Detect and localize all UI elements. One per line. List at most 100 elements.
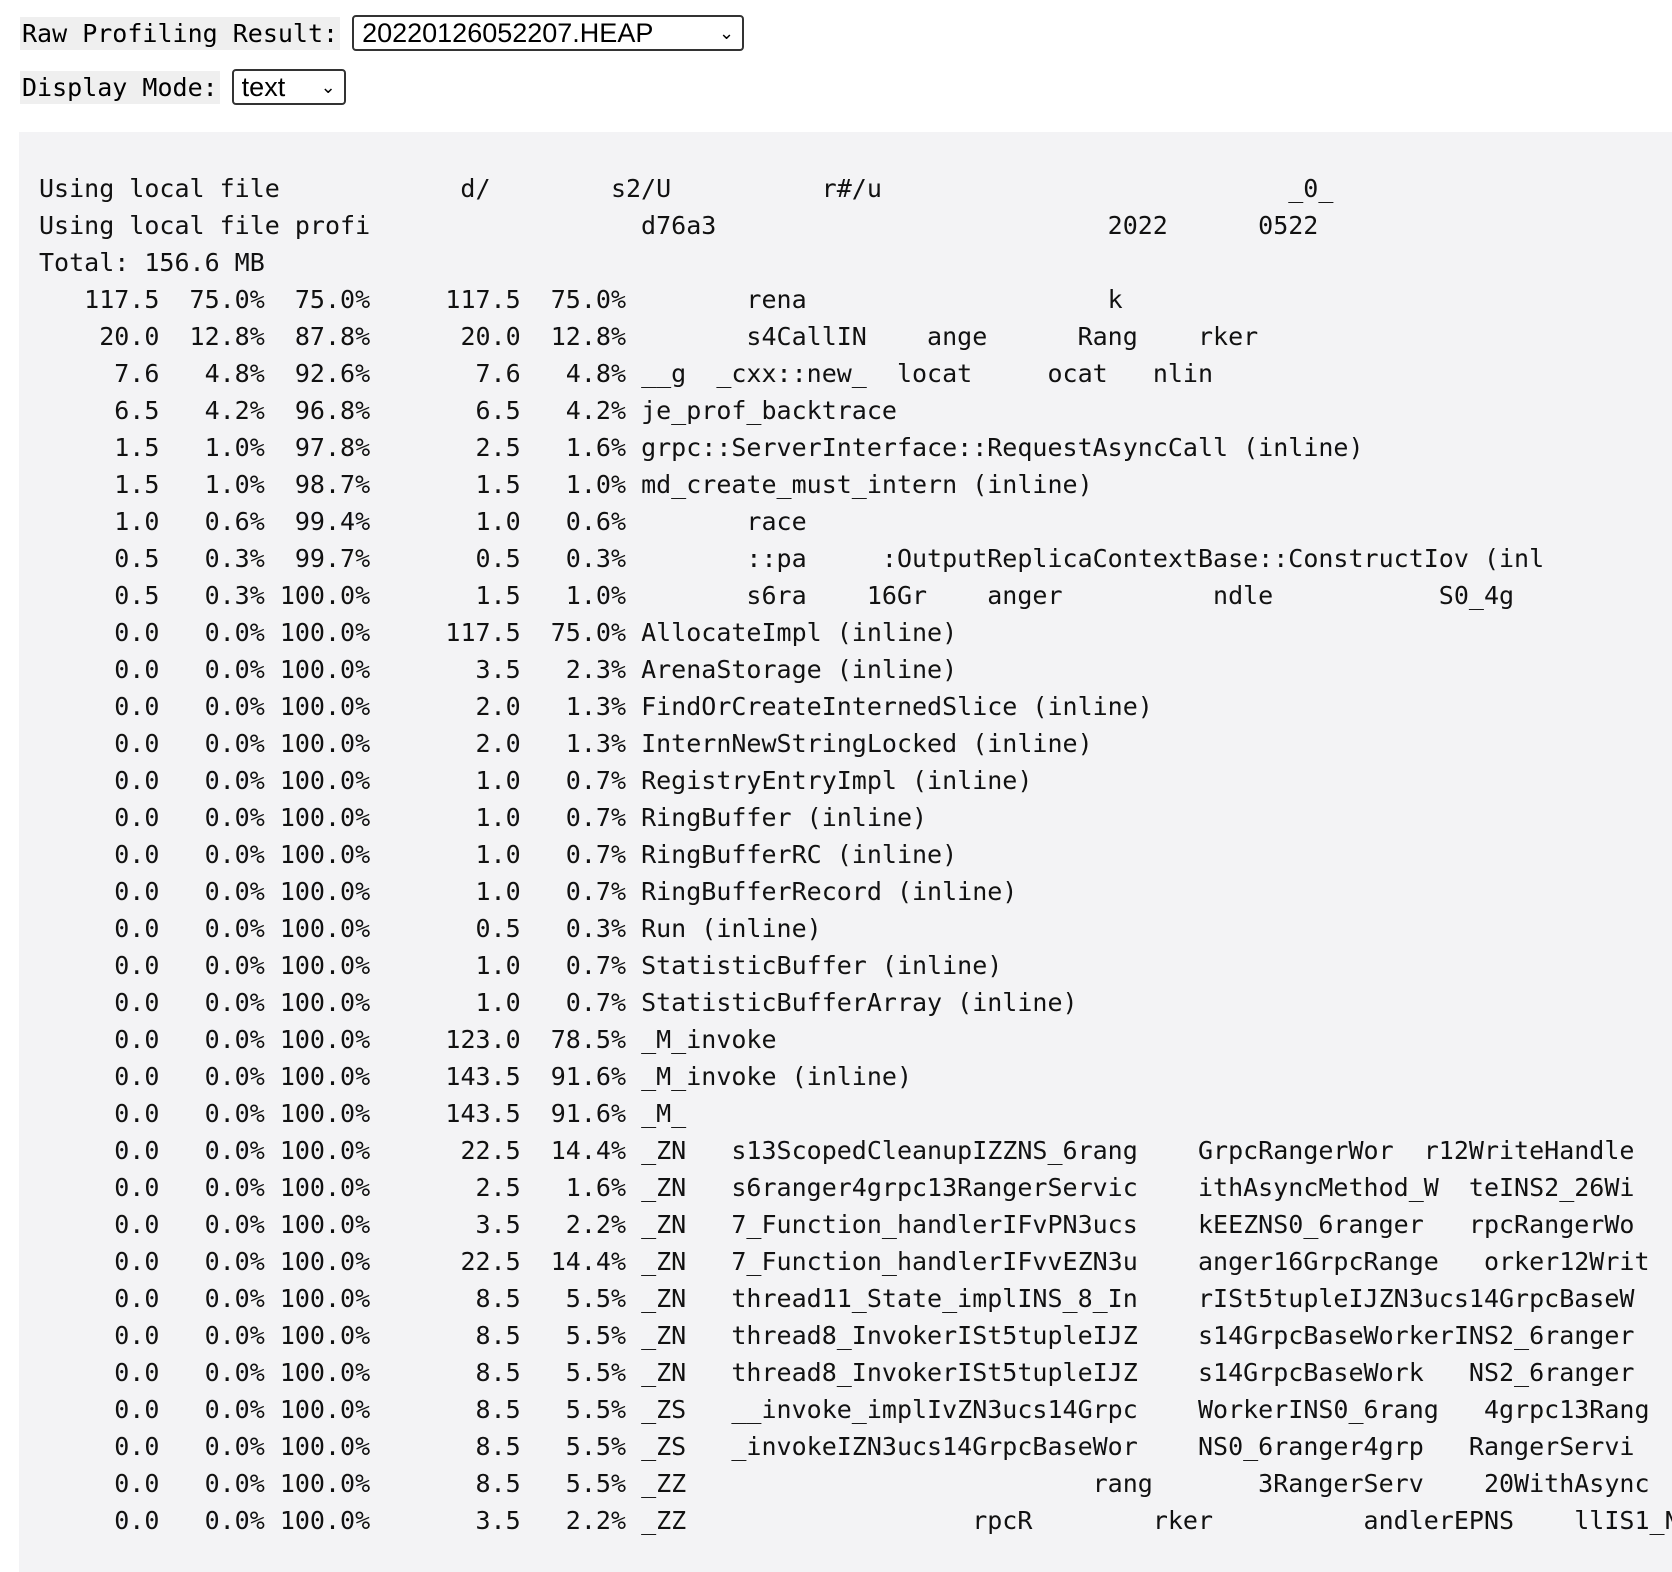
row-flat-pct: 0.0%	[159, 655, 265, 684]
profile-row: 0.0 0.0% 100.0% 8.5 5.5% _ZS __invoke_im…	[39, 1395, 1649, 1424]
row-cum: 1.0	[370, 988, 521, 1017]
row-function-name: _ZN thread11_State_implINS_8_In rISt5tup…	[641, 1284, 1635, 1313]
row-cum-pct: 2.2%	[520, 1210, 627, 1239]
row-function-name: _ZN thread8_InvokerISt5tupleIJZ s14GrpcB…	[641, 1358, 1635, 1387]
row-cum-pct: 5.5%	[520, 1321, 627, 1350]
row-cum-pct: 75.0%	[520, 618, 627, 647]
row-cum-pct: 0.7%	[520, 988, 627, 1017]
row-sum-pct: 100.0%	[264, 1173, 371, 1202]
row-cum: 1.5	[370, 470, 521, 499]
profile-row: 0.0 0.0% 100.0% 8.5 5.5% _ZN thread8_Inv…	[39, 1358, 1634, 1387]
row-cum-pct: 75.0%	[520, 285, 627, 314]
row-cum: 143.5	[370, 1062, 521, 1091]
row-flat-pct: 0.0%	[159, 1173, 265, 1202]
row-function-name: StatisticBufferArray (inline)	[641, 988, 1078, 1017]
row-function-name: FindOrCreateInternedSlice (inline)	[641, 692, 1153, 721]
raw-result-value: 20220126052207.HEAP	[362, 17, 654, 48]
raw-result-select[interactable]: 20220126052207.HEAP ⌄	[352, 15, 745, 51]
row-cum: 7.6	[370, 359, 521, 388]
row-cum: 3.5	[370, 655, 521, 684]
row-flat: 0.0	[39, 1506, 160, 1535]
row-flat-pct: 0.0%	[159, 1469, 265, 1498]
row-sum-pct: 100.0%	[264, 1321, 371, 1350]
row-cum-pct: 4.2%	[520, 396, 627, 425]
profile-row: 0.0 0.0% 100.0% 8.5 5.5% _ZN thread11_St…	[39, 1284, 1634, 1313]
row-cum: 2.0	[370, 729, 521, 758]
row-flat: 0.0	[39, 1247, 160, 1276]
row-cum-pct: 4.8%	[520, 359, 627, 388]
row-function-name: Run (inline)	[641, 914, 822, 943]
row-cum: 8.5	[370, 1432, 521, 1461]
row-flat-pct: 0.0%	[159, 1099, 265, 1128]
row-cum: 0.5	[370, 544, 521, 573]
row-cum: 1.0	[370, 840, 521, 869]
profile-row: 7.6 4.8% 92.6% 7.6 4.8% __g _cxx::new_ l…	[39, 359, 1213, 388]
profile-row: 117.5 75.0% 75.0% 117.5 75.0% rena k	[39, 285, 1123, 314]
row-cum: 8.5	[370, 1469, 521, 1498]
row-cum: 8.5	[370, 1358, 521, 1387]
row-flat-pct: 0.6%	[159, 507, 265, 536]
row-cum: 3.5	[370, 1506, 521, 1535]
row-cum-pct: 1.6%	[520, 433, 627, 462]
row-flat: 1.5	[39, 433, 160, 462]
row-flat-pct: 0.0%	[159, 877, 265, 906]
profile-row: 0.0 0.0% 100.0% 0.5 0.3% Run (inline)	[39, 914, 822, 943]
row-cum: 6.5	[370, 396, 521, 425]
row-flat-pct: 0.0%	[159, 1284, 265, 1313]
row-flat-pct: 0.0%	[159, 1062, 265, 1091]
row-sum-pct: 92.6%	[264, 359, 371, 388]
row-sum-pct: 100.0%	[264, 1432, 371, 1461]
row-flat-pct: 1.0%	[159, 470, 265, 499]
row-cum-pct: 12.8%	[520, 322, 627, 351]
row-flat: 0.0	[39, 988, 160, 1017]
row-cum-pct: 78.5%	[520, 1025, 627, 1054]
row-sum-pct: 87.8%	[264, 322, 371, 351]
profile-row: 0.0 0.0% 100.0% 22.5 14.4% _ZN s13Scoped…	[39, 1136, 1634, 1165]
row-function-name: _ZN thread8_InvokerISt5tupleIJZ s14GrpcB…	[641, 1321, 1635, 1350]
row-flat-pct: 0.0%	[159, 1321, 265, 1350]
row-flat-pct: 0.0%	[159, 840, 265, 869]
row-cum: 22.5	[370, 1247, 521, 1276]
row-sum-pct: 99.7%	[264, 544, 371, 573]
row-flat-pct: 12.8%	[159, 322, 265, 351]
row-cum-pct: 14.4%	[520, 1136, 627, 1165]
profile-output: Using local file d/ s2/U r#/u _0_ . Usin…	[19, 132, 1672, 1539]
row-cum-pct: 0.3%	[520, 914, 627, 943]
row-function-name: _ZZ rpcR rker andlerEPNS llIS1_NS0_4	[641, 1506, 1672, 1535]
profile-row: 0.0 0.0% 100.0% 123.0 78.5% _M_invoke	[39, 1025, 776, 1054]
row-cum: 117.5	[370, 618, 521, 647]
row-flat-pct: 0.0%	[159, 729, 265, 758]
display-mode-value: text	[241, 71, 286, 102]
row-function-name: ::pa :OutputReplicaContextBase::Construc…	[641, 544, 1545, 573]
row-sum-pct: 100.0%	[264, 766, 371, 795]
row-cum: 2.5	[370, 1173, 521, 1202]
row-cum-pct: 5.5%	[520, 1432, 627, 1461]
display-mode-select[interactable]: text ⌄	[231, 69, 346, 105]
row-flat-pct: 0.0%	[159, 692, 265, 721]
row-sum-pct: 100.0%	[264, 1099, 371, 1128]
row-cum-pct: 5.5%	[520, 1469, 627, 1498]
profile-row: 0.0 0.0% 100.0% 22.5 14.4% _ZN 7_Functio…	[39, 1247, 1649, 1276]
row-cum: 0.5	[370, 914, 521, 943]
row-sum-pct: 100.0%	[264, 729, 371, 758]
profile-row: 0.5 0.3% 100.0% 1.5 1.0% s6ra 16Gr anger…	[39, 581, 1514, 610]
row-flat-pct: 0.0%	[159, 1506, 265, 1535]
row-sum-pct: 100.0%	[264, 1136, 371, 1165]
row-flat: 0.0	[39, 692, 160, 721]
profile-output-panel[interactable]: Using local file d/ s2/U r#/u _0_ . Usin…	[19, 132, 1672, 1572]
row-sum-pct: 100.0%	[264, 914, 371, 943]
row-flat: 0.0	[39, 877, 160, 906]
row-cum: 20.0	[370, 322, 521, 351]
row-cum-pct: 14.4%	[520, 1247, 627, 1276]
row-flat: 0.0	[39, 1099, 160, 1128]
row-cum-pct: 5.5%	[520, 1284, 627, 1313]
profile-row: 0.0 0.0% 100.0% 3.5 2.2% _ZN 7_Function_…	[39, 1210, 1634, 1239]
row-sum-pct: 100.0%	[264, 803, 371, 832]
display-mode-row: Display Mode: text ⌄	[20, 68, 1672, 106]
row-flat-pct: 0.0%	[159, 951, 265, 980]
raw-result-row: Raw Profiling Result: 20220126052207.HEA…	[20, 14, 1672, 52]
profile-row: 0.0 0.0% 100.0% 3.5 2.3% ArenaStorage (i…	[39, 655, 957, 684]
row-flat: 0.0	[39, 1210, 160, 1239]
row-function-name: _ZZ rang 3RangerServ 20WithAsync	[641, 1469, 1650, 1498]
row-function-name: grpc::ServerInterface::RequestAsyncCall …	[641, 433, 1364, 462]
